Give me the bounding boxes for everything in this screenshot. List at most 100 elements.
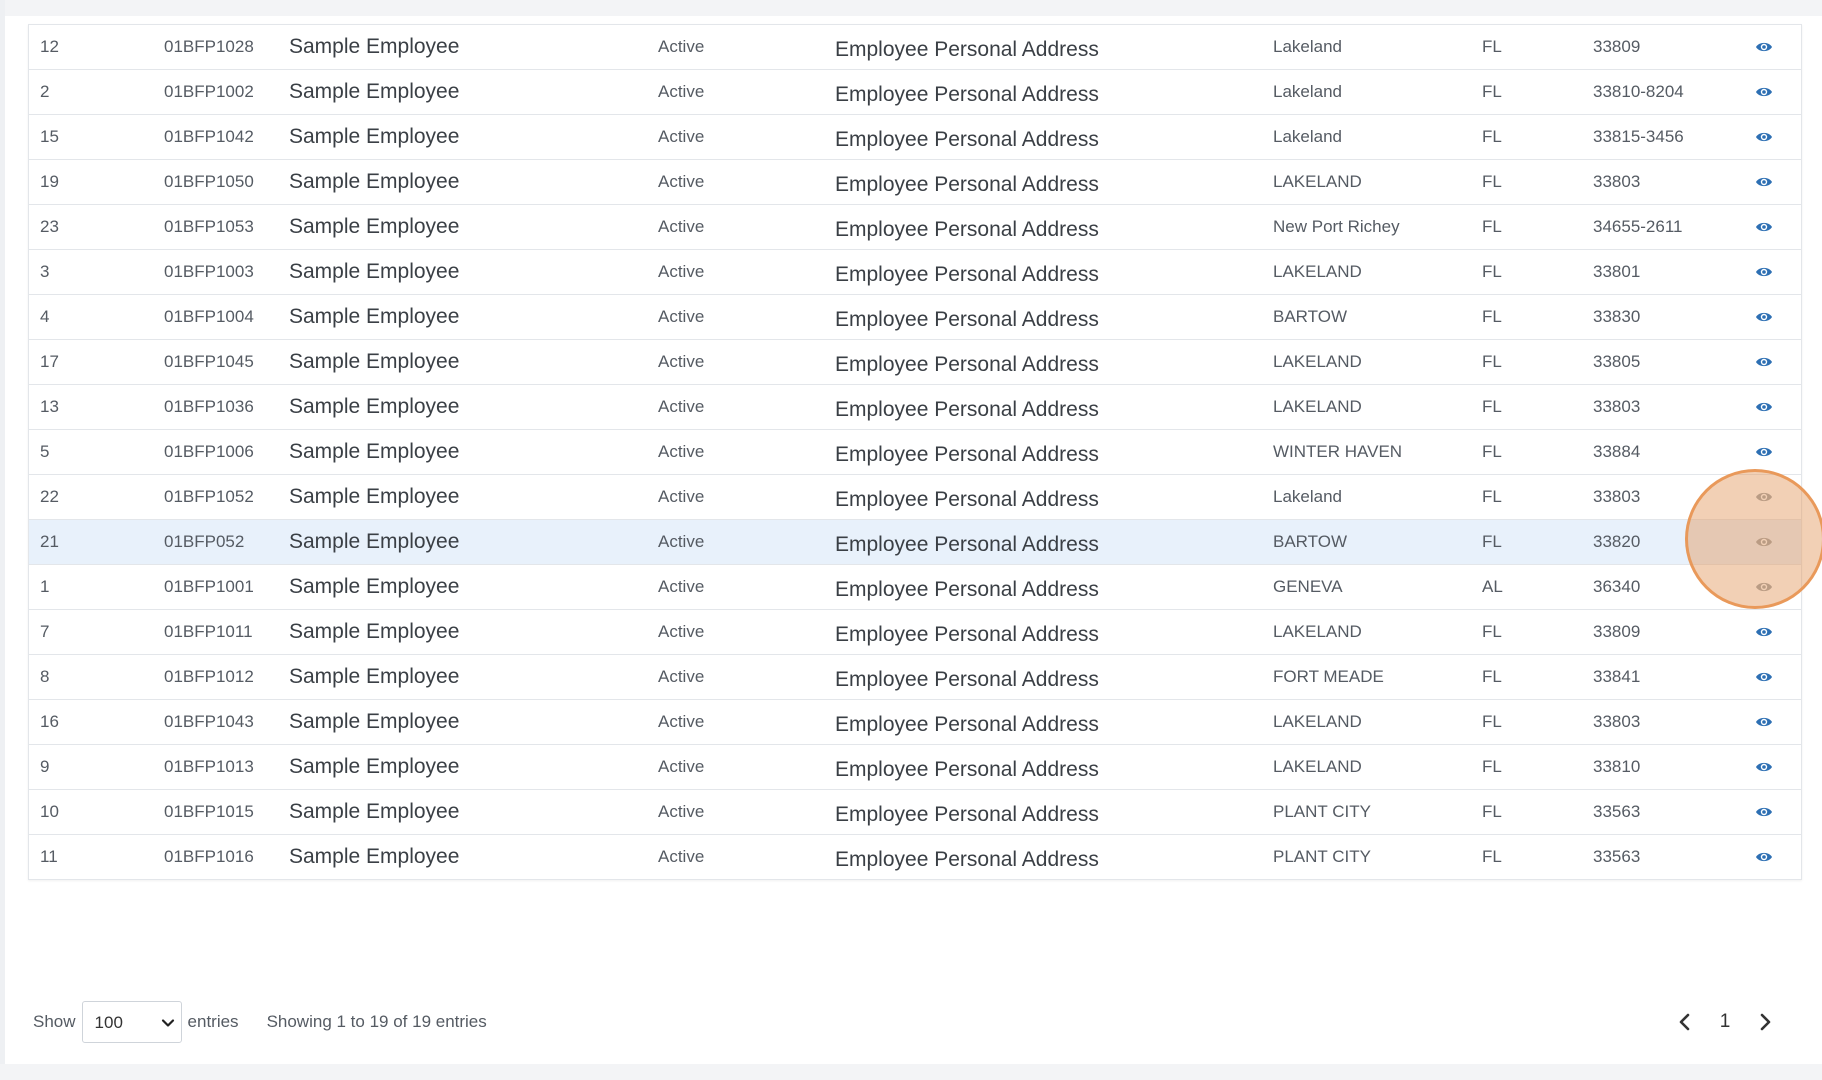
row-number: 16 — [40, 712, 59, 731]
view-button[interactable] — [1749, 655, 1779, 699]
employee-name: Sample Employee — [289, 350, 460, 373]
city-text: BARTOW — [1273, 532, 1347, 551]
employee-address: Employee Personal Address — [835, 83, 1099, 106]
employee-name: Sample Employee — [289, 530, 460, 553]
employee-id: 01BFP1052 — [164, 487, 254, 506]
zip-text: 33801 — [1593, 262, 1641, 281]
table-row[interactable]: 13 01BFP1036 Sample Employee Active Employee… — [29, 385, 1801, 430]
view-button[interactable] — [1749, 520, 1779, 564]
employee-id: 01BFP1003 — [164, 262, 254, 281]
state-text: FL — [1482, 37, 1502, 56]
view-button[interactable] — [1749, 160, 1779, 204]
state-text: FL — [1482, 307, 1502, 326]
table-row[interactable]: 19 01BFP1050 Sample Employee Active Employee… — [29, 160, 1801, 205]
table-row[interactable]: 9 01BFP1013 Sample Employee Active Employee … — [29, 745, 1801, 790]
employee-address: Employee Personal Address — [835, 218, 1099, 241]
state-text: FL — [1482, 622, 1502, 641]
eye-icon — [1756, 87, 1772, 97]
page-size-value: 100 — [94, 1013, 123, 1032]
table-row[interactable]: 11 01BFP1016 Sample Employee Active Employee… — [29, 835, 1801, 880]
table-row[interactable]: 16 01BFP1043 Sample Employee Active Employee… — [29, 700, 1801, 745]
view-button[interactable] — [1749, 790, 1779, 834]
table-row[interactable]: 10 01BFP1015 Sample Employee Active Employee… — [29, 790, 1801, 835]
employee-name: Sample Employee — [289, 125, 460, 148]
state-text: FL — [1482, 802, 1502, 821]
employee-name: Sample Employee — [289, 845, 460, 868]
view-button[interactable] — [1749, 25, 1779, 69]
table-row[interactable]: 22 01BFP1052 Sample Employee Active Employee… — [29, 475, 1801, 520]
view-button[interactable] — [1749, 295, 1779, 339]
status-text: Active — [658, 757, 705, 776]
table-row[interactable]: 2 01BFP1002 Sample Employee Active Employee … — [29, 70, 1801, 115]
city-text: PLANT CITY — [1273, 847, 1371, 866]
employee-address: Employee Personal Address — [835, 668, 1099, 691]
previous-page-button[interactable] — [1665, 1002, 1705, 1042]
page-size-select[interactable]: 100 — [81, 1001, 182, 1043]
employee-name: Sample Employee — [289, 305, 460, 328]
table-row[interactable]: 23 01BFP1053 Sample Employee Active Employee… — [29, 205, 1801, 250]
view-button[interactable] — [1749, 430, 1779, 474]
table-row[interactable]: 21 01BFP052 Sample Employee Active Employee … — [29, 520, 1801, 565]
view-button[interactable] — [1749, 340, 1779, 384]
state-text: FL — [1482, 757, 1502, 776]
view-button[interactable] — [1749, 700, 1779, 744]
employee-address: Employee Personal Address — [835, 803, 1099, 826]
view-button[interactable] — [1749, 205, 1779, 249]
view-button[interactable] — [1749, 115, 1779, 159]
employee-address: Employee Personal Address — [835, 848, 1099, 871]
employee-address: Employee Personal Address — [835, 443, 1099, 466]
zip-text: 33805 — [1593, 352, 1641, 371]
employee-id: 01BFP1015 — [164, 802, 254, 821]
table-row[interactable]: 7 01BFP1011 Sample Employee Active Employee … — [29, 610, 1801, 655]
view-button[interactable] — [1749, 70, 1779, 114]
view-button[interactable] — [1749, 745, 1779, 789]
row-number: 5 — [40, 442, 50, 461]
employee-name: Sample Employee — [289, 755, 460, 778]
view-button[interactable] — [1749, 475, 1779, 519]
city-text: Lakeland — [1273, 127, 1343, 146]
state-text: FL — [1482, 487, 1502, 506]
city-text: LAKELAND — [1273, 262, 1362, 281]
row-number: 2 — [40, 82, 50, 101]
view-button[interactable] — [1749, 250, 1779, 294]
employee-name: Sample Employee — [289, 215, 460, 238]
employee-name: Sample Employee — [289, 440, 460, 463]
table-row[interactable]: 1 01BFP1001 Sample Employee Active Employee … — [29, 565, 1801, 610]
table-footer: Show 100 entries Showing 1 to 19 of 19 e… — [33, 1000, 487, 1044]
status-text: Active — [658, 847, 705, 866]
employee-id: 01BFP1004 — [164, 307, 254, 326]
eye-icon — [1756, 312, 1772, 322]
city-text: BARTOW — [1273, 307, 1347, 326]
zip-text: 33803 — [1593, 712, 1641, 731]
employee-name: Sample Employee — [289, 395, 460, 418]
view-button[interactable] — [1749, 385, 1779, 429]
employee-id: 01BFP1043 — [164, 712, 254, 731]
page-1-button[interactable]: 1 — [1705, 1002, 1745, 1042]
table-row[interactable]: 5 01BFP1006 Sample Employee Active Employee … — [29, 430, 1801, 475]
status-text: Active — [658, 127, 705, 146]
status-text: Active — [658, 37, 705, 56]
employee-name: Sample Employee — [289, 710, 460, 733]
table-row[interactable]: 17 01BFP1045 Sample Employee Active Employee… — [29, 340, 1801, 385]
eye-icon — [1756, 627, 1772, 637]
row-number: 10 — [40, 802, 59, 821]
next-page-button[interactable] — [1745, 1002, 1785, 1042]
table-row[interactable]: 8 01BFP1012 Sample Employee Active Employee … — [29, 655, 1801, 700]
employee-address: Employee Personal Address — [835, 758, 1099, 781]
employee-id: 01BFP1006 — [164, 442, 254, 461]
status-text: Active — [658, 217, 705, 236]
view-button[interactable] — [1749, 835, 1779, 879]
table-row[interactable]: 3 01BFP1003 Sample Employee Active Employee … — [29, 250, 1801, 295]
left-strip — [0, 0, 5, 1080]
status-text: Active — [658, 802, 705, 821]
employee-id: 01BFP1016 — [164, 847, 254, 866]
table-row[interactable]: 4 01BFP1004 Sample Employee Active Employee … — [29, 295, 1801, 340]
view-button[interactable] — [1749, 565, 1779, 609]
view-button[interactable] — [1749, 610, 1779, 654]
employee-id: 01BFP1036 — [164, 397, 254, 416]
city-text: LAKELAND — [1273, 712, 1362, 731]
entries-label: entries — [187, 1012, 239, 1031]
table-row[interactable]: 15 01BFP1042 Sample Employee Active Employee… — [29, 115, 1801, 160]
state-text: FL — [1482, 352, 1502, 371]
table-row[interactable]: 12 01BFP1028 Sample Employee Active Employee… — [29, 25, 1801, 70]
